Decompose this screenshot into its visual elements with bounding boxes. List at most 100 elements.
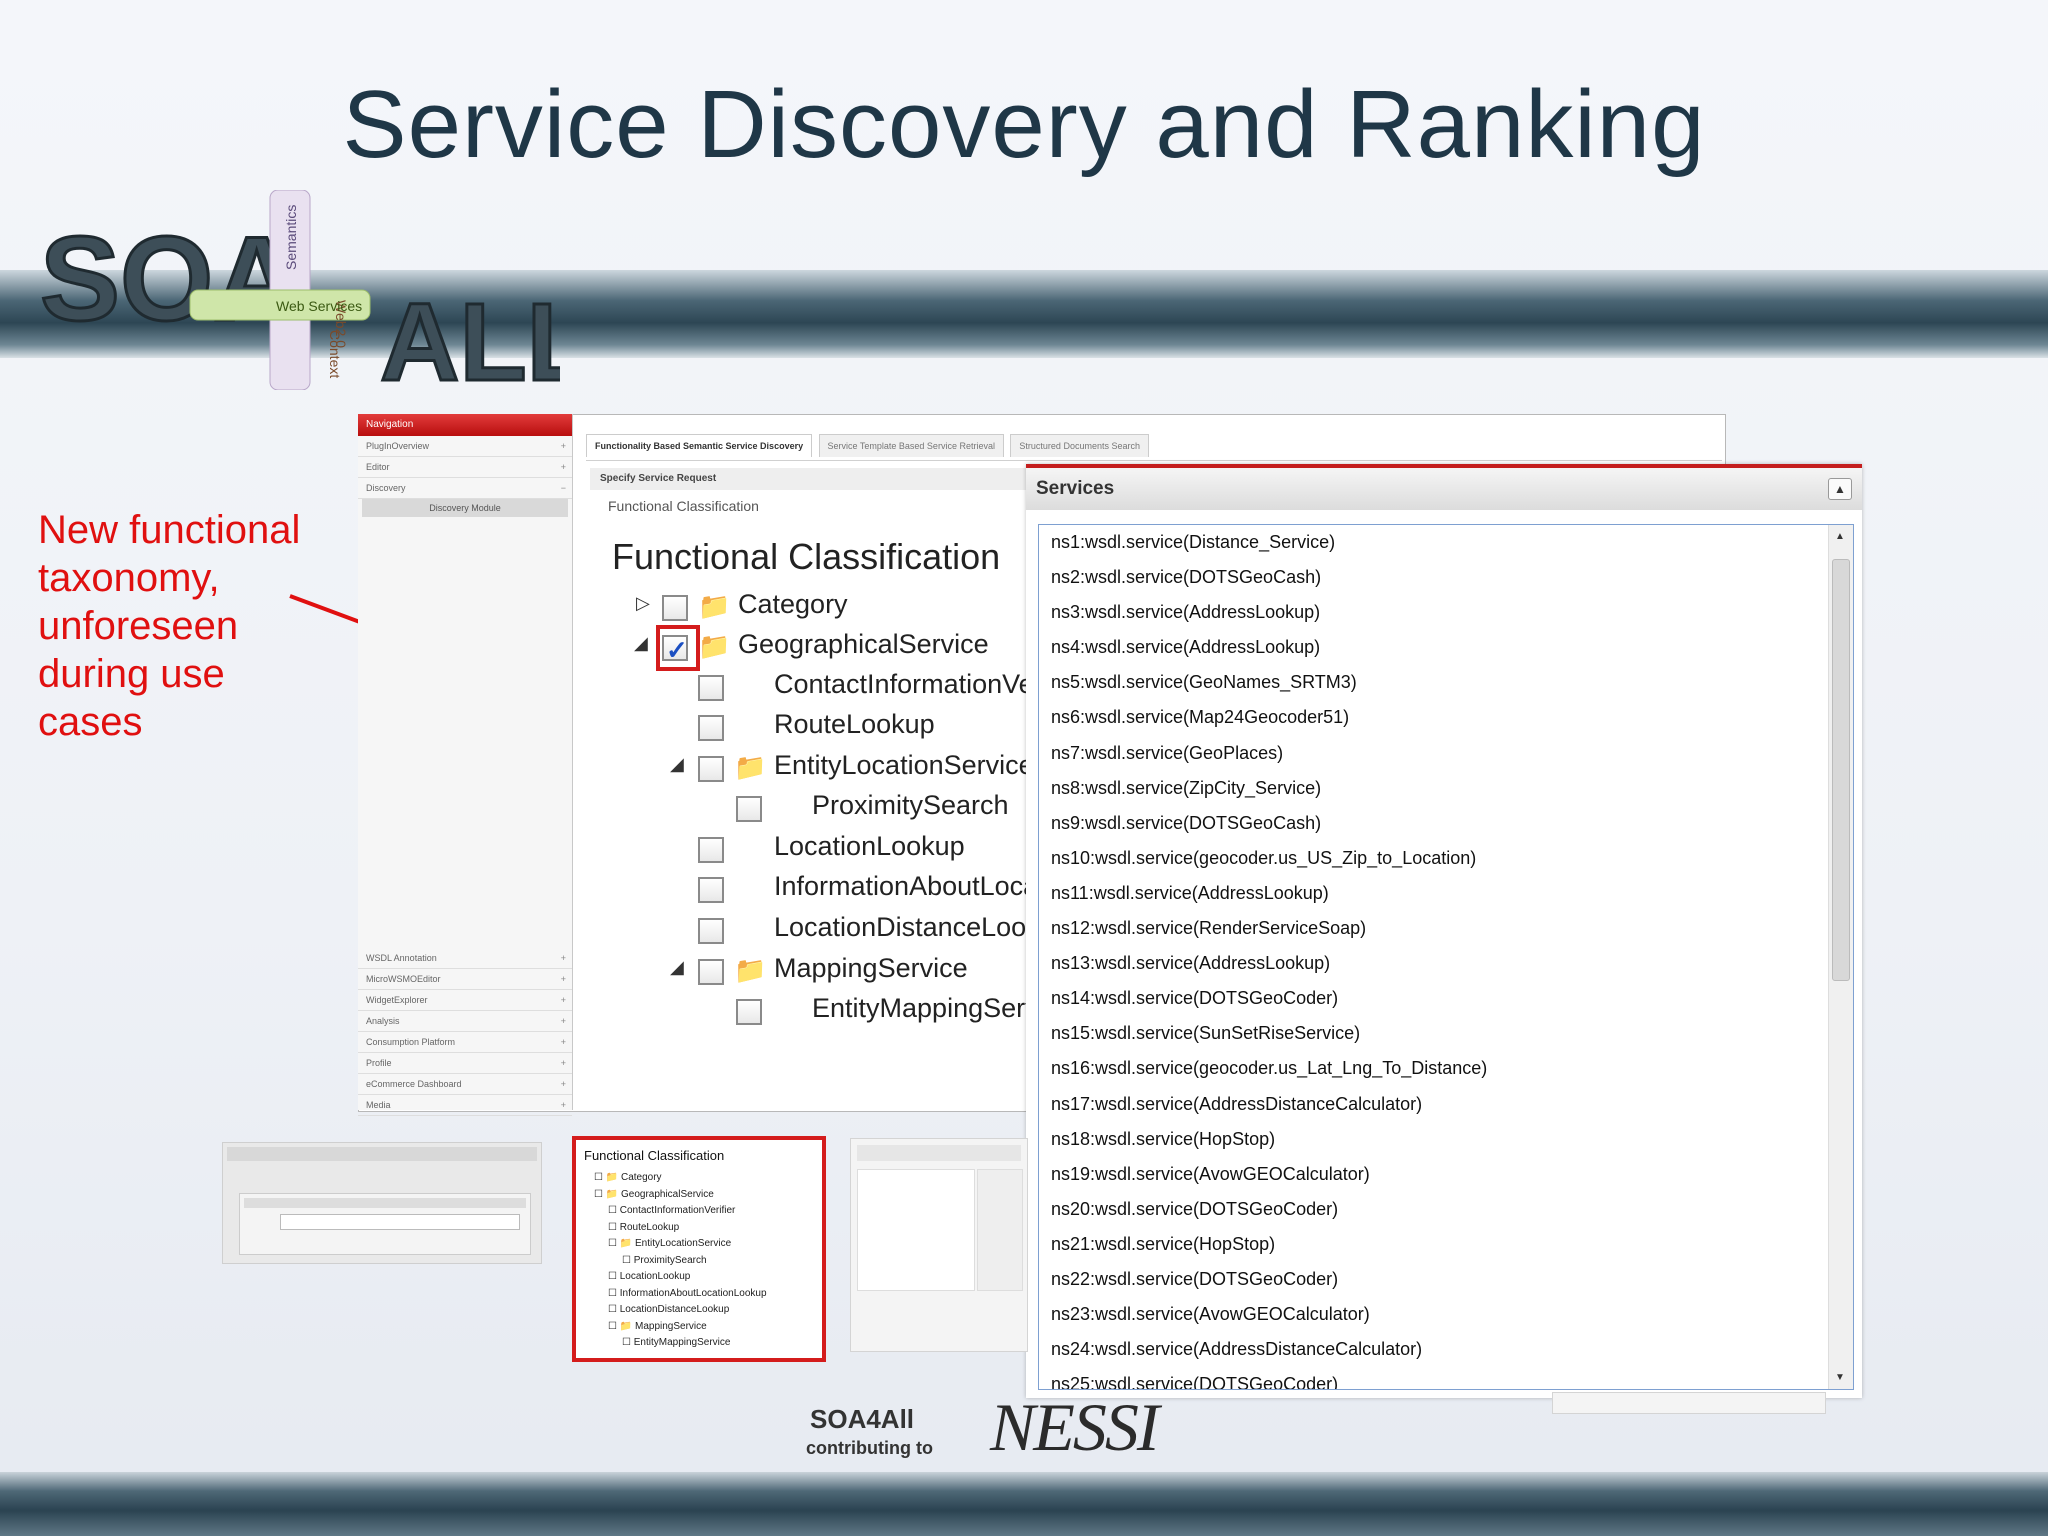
- service-item[interactable]: ns11:wsdl.service(AddressLookup): [1039, 876, 1853, 911]
- checkbox[interactable]: [698, 837, 724, 863]
- tab-structured-documents-search[interactable]: Structured Documents Search: [1010, 434, 1149, 457]
- nav-item-label: Profile: [366, 1058, 392, 1068]
- folder-icon: 📁: [619, 1238, 635, 1249]
- service-item[interactable]: ns20:wsdl.service(DOTSGeoCoder): [1039, 1192, 1853, 1227]
- service-item[interactable]: ns5:wsdl.service(GeoNames_SRTM3): [1039, 665, 1853, 700]
- service-item[interactable]: ns6:wsdl.service(Map24Geocoder51): [1039, 700, 1853, 735]
- collapse-arrow-icon[interactable]: ◢: [670, 957, 684, 978]
- checkbox[interactable]: [698, 756, 724, 782]
- scrollbar-thumb[interactable]: [1832, 559, 1850, 981]
- folder-icon: 📁: [734, 752, 767, 782]
- thumbnail-tree-label: Category: [620, 1172, 662, 1183]
- highlight-box: [656, 625, 700, 671]
- tree-node-label: ContactInformationVe: [774, 669, 1034, 699]
- thumbnail-dialog: [239, 1193, 531, 1255]
- service-item[interactable]: ns14:wsdl.service(DOTSGeoCoder): [1039, 981, 1853, 1016]
- checkbox[interactable]: [698, 675, 724, 701]
- services-list[interactable]: ns1:wsdl.service(Distance_Service) ns2:ws…: [1038, 524, 1854, 1390]
- tree-node-label: LocationDistanceLoo: [774, 912, 1027, 942]
- thumbnail-tree-row: ☐ LocationDistanceLookup: [608, 1304, 729, 1315]
- checkbox[interactable]: [698, 959, 724, 985]
- checkbox-icon: ☐: [622, 1254, 634, 1266]
- thumbnail-tree-label: LocationDistanceLookup: [619, 1304, 730, 1315]
- folder-icon: 📁: [619, 1320, 635, 1332]
- checkbox[interactable]: [698, 715, 724, 741]
- thumbnail-tree-label: RouteLookup: [619, 1221, 680, 1233]
- checkbox[interactable]: [698, 918, 724, 944]
- checkbox[interactable]: [662, 595, 688, 621]
- thumbnail-soa4all-screen: [850, 1138, 1028, 1352]
- service-item[interactable]: ns21:wsdl.service(HopStop): [1039, 1227, 1853, 1262]
- folder-icon: 📁: [605, 1172, 621, 1183]
- thumbnail-tree-label: GeographicalService: [620, 1188, 714, 1200]
- service-item[interactable]: ns3:wsdl.service(AddressLookup): [1039, 595, 1853, 630]
- scroll-up-icon[interactable]: ▲: [1835, 531, 1845, 542]
- service-item[interactable]: ns18:wsdl.service(HopStop): [1039, 1122, 1853, 1157]
- collapse-arrow-icon[interactable]: ◢: [634, 633, 648, 654]
- service-item[interactable]: ns13:wsdl.service(AddressLookup): [1039, 946, 1853, 981]
- services-items: ns1:wsdl.service(Distance_Service) ns2:ws…: [1039, 525, 1853, 1389]
- services-panel: Services ▲ ns1:wsdl.service(Distance_Ser…: [1026, 464, 1862, 1398]
- thumbnail-tree-label: ContactInformationVerifier: [619, 1205, 736, 1216]
- tree-node-label: GeographicalService: [738, 629, 989, 659]
- service-item[interactable]: ns12:wsdl.service(RenderServiceSoap): [1039, 911, 1853, 946]
- checkbox-icon: ☐: [594, 1188, 606, 1200]
- scroll-down-icon[interactable]: ▼: [1835, 1372, 1845, 1383]
- thumbnail-tree-row: ☐ EntityMappingService: [622, 1337, 730, 1348]
- tree-node-label: InformationAboutLoca: [774, 871, 1039, 901]
- service-item[interactable]: ns9:wsdl.service(DOTSGeoCash): [1039, 806, 1853, 841]
- tree-node-label: EntityLocationService: [774, 750, 1034, 780]
- service-item[interactable]: ns15:wsdl.service(SunSetRiseService): [1039, 1016, 1853, 1051]
- expand-icon: +: [560, 1079, 566, 1089]
- thumbnail-content: [857, 1169, 975, 1291]
- thumbnail-strip: [1552, 1392, 1826, 1414]
- service-item[interactable]: ns19:wsdl.service(AvowGEOCalculator): [1039, 1157, 1853, 1192]
- checkbox[interactable]: [736, 796, 762, 822]
- services-header: Services ▲: [1026, 468, 1862, 510]
- soa4all-footer-label: SOA4All: [810, 1404, 915, 1434]
- collapse-panel-button[interactable]: ▲: [1828, 478, 1852, 500]
- checkbox-icon: ☐: [594, 1172, 606, 1183]
- service-item[interactable]: ns22:wsdl.service(DOTSGeoCoder): [1039, 1262, 1853, 1297]
- nav-item-profile[interactable]: Profile +: [358, 1053, 572, 1074]
- service-item[interactable]: ns7:wsdl.service(GeoPlaces): [1039, 736, 1853, 771]
- service-item[interactable]: ns17:wsdl.service(AddressDistanceCalcula…: [1039, 1087, 1853, 1122]
- checkbox-icon: ☐: [608, 1287, 620, 1299]
- folder-icon: 📁: [734, 955, 767, 985]
- service-item[interactable]: ns8:wsdl.service(ZipCity_Service): [1039, 771, 1853, 806]
- thumbnail-functional-classification: Functional Classification ☐ 📁 Category ☐ …: [572, 1136, 826, 1362]
- folder-icon: 📁: [698, 591, 731, 621]
- thumbnail-field: [280, 1214, 520, 1230]
- service-item[interactable]: ns4:wsdl.service(AddressLookup): [1039, 630, 1853, 665]
- service-item[interactable]: ns2:wsdl.service(DOTSGeoCash): [1039, 560, 1853, 595]
- nessi-logo: NESSI: [990, 1389, 1160, 1465]
- checkbox-icon: ☐: [608, 1271, 620, 1282]
- tree-node-label: Category: [738, 589, 848, 619]
- collapse-arrow-icon[interactable]: ◢: [670, 754, 684, 775]
- nav-item-label: Media: [366, 1100, 391, 1110]
- folder-icon: 📁: [698, 631, 731, 661]
- thumbnail-tree-label: EntityLocationService: [634, 1238, 732, 1249]
- classification-tree: ▷ 📁 Category ◢ ✓ 📁 GeographicalService C…: [0, 0, 1039, 1040]
- service-item[interactable]: ns24:wsdl.service(AddressDistanceCalcula…: [1039, 1332, 1853, 1367]
- checkbox[interactable]: [736, 999, 762, 1025]
- thumbnail-tree-row: ☐ RouteLookup: [608, 1222, 679, 1233]
- nav-item-ecommerce-dashboard[interactable]: eCommerce Dashboard +: [358, 1074, 572, 1095]
- tree-node-label: ProximitySearch: [812, 790, 1009, 820]
- thumbnail-fc-title: Functional Classification: [584, 1148, 725, 1163]
- thumbnail-tree-label: LocationLookup: [619, 1271, 691, 1282]
- scrollbar[interactable]: ▲ ▼: [1828, 525, 1853, 1389]
- service-item[interactable]: ns1:wsdl.service(Distance_Service): [1039, 525, 1853, 560]
- checkbox-icon: ☐: [608, 1238, 620, 1249]
- service-item[interactable]: ns25:wsdl.service(DOTSGeoCoder): [1039, 1367, 1853, 1389]
- contributing-label: contributing to: [806, 1438, 933, 1458]
- service-item[interactable]: ns10:wsdl.service(geocoder.us_US_Zip_to_…: [1039, 841, 1853, 876]
- thumbnail-bar: [857, 1145, 1021, 1161]
- service-item[interactable]: ns16:wsdl.service(geocoder.us_Lat_Lng_To…: [1039, 1051, 1853, 1086]
- tree-node-label: RouteLookup: [774, 709, 935, 739]
- checkbox-icon: ☐: [608, 1205, 620, 1216]
- nav-item-media[interactable]: Media +: [358, 1095, 572, 1116]
- expand-arrow-icon[interactable]: ▷: [636, 593, 650, 614]
- service-item[interactable]: ns23:wsdl.service(AvowGEOCalculator): [1039, 1297, 1853, 1332]
- checkbox[interactable]: [698, 877, 724, 903]
